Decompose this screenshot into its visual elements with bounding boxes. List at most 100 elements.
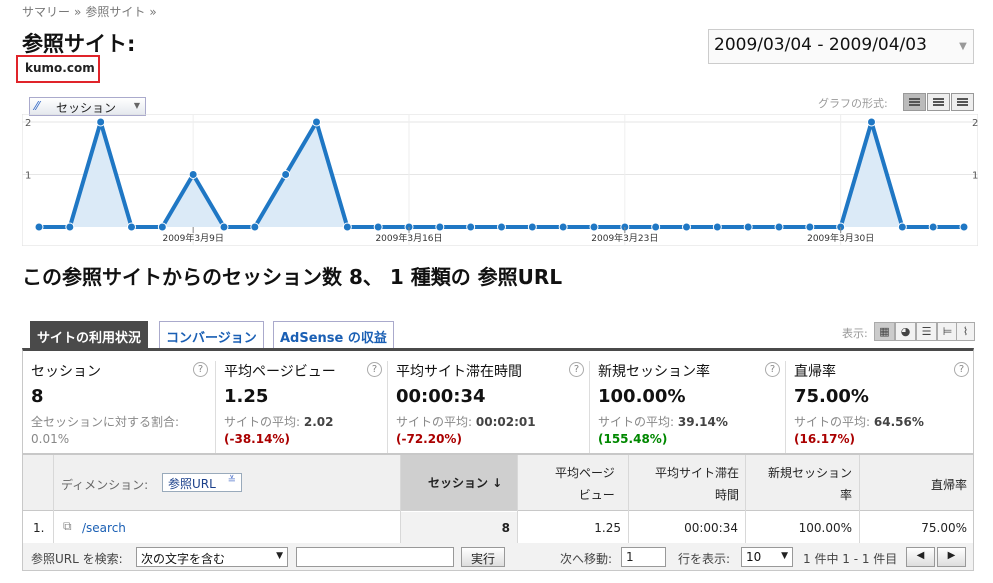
column-header-sessions[interactable]: セッション ↓ <box>428 474 502 491</box>
dimension-label: ディメンション: <box>61 478 149 492</box>
dimension-selector[interactable]: 参照URL ≚ <box>162 473 242 492</box>
metric-sub: サイトの平均: 39.14% <box>598 413 728 430</box>
metric-sub-label: 全セッションに対する割合: <box>31 415 180 429</box>
metric-title: 平均ページビュー <box>224 364 336 380</box>
chart-data-point[interactable] <box>34 222 44 232</box>
chart-data-point[interactable] <box>219 222 229 232</box>
chart-data-point[interactable] <box>774 222 784 232</box>
column-header-time[interactable]: 平均サイト滞在 時間 <box>645 464 739 503</box>
graph-type-day-button[interactable] <box>903 93 926 111</box>
referrer-url-link[interactable]: /search <box>82 521 126 535</box>
chart-data-point[interactable] <box>373 222 383 232</box>
list-icon <box>933 98 944 106</box>
breadcrumb: サマリー» 参照サイト» <box>22 3 161 20</box>
scorecard-bounce-rate: 直帰率 ? 75.00% サイトの平均: 64.56% (16.17%) <box>786 361 973 453</box>
external-link-icon[interactable]: ⧉ <box>63 519 72 534</box>
graph-type-label: グラフの形式: <box>818 97 888 110</box>
cell-pageviews: 1.25 <box>594 521 621 535</box>
list-icon <box>957 98 968 106</box>
x-tick-label: 2009年3月30日 <box>807 232 874 244</box>
chart-data-point[interactable] <box>65 222 75 232</box>
page-title: 参照サイト: <box>22 32 136 56</box>
chart-data-point[interactable] <box>157 222 167 232</box>
y-tick-label: 2 <box>25 118 31 129</box>
metric-value: 100.00% <box>598 386 686 407</box>
column-header-bounce[interactable]: 直帰率 <box>903 476 967 493</box>
goto-label: 次へ移動: <box>560 552 613 566</box>
chart-data-point[interactable] <box>342 222 352 232</box>
chart-data-point[interactable] <box>651 222 661 232</box>
chart-data-point[interactable] <box>959 222 969 232</box>
cell-sessions: 8 <box>501 521 510 535</box>
help-icon[interactable]: ? <box>193 362 208 377</box>
help-icon[interactable]: ? <box>569 362 584 377</box>
chart-data-point[interactable] <box>466 222 476 232</box>
chart-data-point[interactable] <box>435 222 445 232</box>
chart-data-point[interactable] <box>281 170 291 179</box>
next-page-button[interactable]: ▶ <box>937 547 966 567</box>
metric-sub: サイトの平均: 00:02:01 <box>396 413 536 430</box>
chart-data-point[interactable] <box>558 222 568 232</box>
chart-data-point[interactable] <box>527 222 537 232</box>
chart-data-point[interactable] <box>805 222 815 232</box>
chart-data-point[interactable] <box>497 222 506 232</box>
goto-page-input[interactable]: 1 <box>621 547 666 567</box>
column-header-line: 平均サイト滞在 <box>654 466 739 480</box>
chart-data-point[interactable] <box>312 117 321 127</box>
column-header-new-sessions[interactable]: 新規セッション 率 <box>760 464 852 503</box>
column-header-line: 新規セッション <box>767 466 852 480</box>
chevron-down-icon: ▼ <box>133 101 140 110</box>
chart-data-point[interactable] <box>743 222 753 232</box>
column-header-pageviews[interactable]: 平均ページ ビュー <box>555 464 615 503</box>
x-tick-label: 2009年3月16日 <box>375 232 442 244</box>
chart-data-point[interactable] <box>897 222 907 232</box>
cell-new-rate: 100.00% <box>798 521 852 535</box>
pivot-view-icon[interactable]: ⌇ <box>956 322 975 341</box>
prev-page-button[interactable]: ◀ <box>906 547 935 567</box>
tab-adsense-revenue[interactable]: AdSense の収益 <box>273 321 394 348</box>
y-tick-label: 2 <box>972 118 978 129</box>
chart-data-point[interactable] <box>127 222 136 232</box>
tab-site-usage[interactable]: サイトの利用状況 <box>30 321 149 348</box>
chart-data-point[interactable] <box>188 170 198 179</box>
breadcrumb-referrers-link[interactable]: 参照サイト <box>85 5 145 19</box>
view-label: 表示: <box>842 327 868 340</box>
chart-data-point[interactable] <box>589 222 599 232</box>
pie-view-icon[interactable]: ◕ <box>895 322 916 341</box>
go-button[interactable]: 実行 <box>461 547 505 567</box>
scorecard-new-sessions: 新規セッション率 ? 100.00% サイトの平均: 39.14% (155.4… <box>590 361 786 453</box>
help-icon[interactable]: ? <box>954 362 969 377</box>
help-icon[interactable]: ? <box>367 362 382 377</box>
rows-per-page-select[interactable]: 10 ▼ <box>741 547 793 567</box>
table-footer: 参照URL を検索: 次の文字を含む ▼ 実行 次へ移動: 1 行を表示: 10… <box>22 543 974 571</box>
search-label: 参照URL を検索: <box>31 552 123 566</box>
chart-data-point[interactable] <box>712 222 722 232</box>
date-range-text[interactable]: 2009/03/04 - 2009/04/03 <box>714 35 927 55</box>
column-header-line: 平均ページ <box>555 466 615 480</box>
comparison-view-icon[interactable]: ⊨ <box>937 322 958 341</box>
scorecard-time-on-site: 平均サイト滞在時間 ? 00:00:34 サイトの平均: 00:02:01 (-… <box>388 361 590 453</box>
chart-data-point[interactable] <box>867 117 876 127</box>
table-view-icon[interactable]: ▦ <box>874 322 895 341</box>
graph-type-week-button[interactable] <box>927 93 950 111</box>
graph-type-month-button[interactable] <box>951 93 974 111</box>
performance-view-icon[interactable]: ☰ <box>916 322 937 341</box>
breadcrumb-summary-link[interactable]: サマリー <box>22 5 70 19</box>
match-type-select[interactable]: 次の文字を含む ▼ <box>136 547 288 567</box>
metric-sub-label: サイトの平均: <box>396 415 473 429</box>
metric-title: 直帰率 <box>794 364 836 380</box>
tab-conversions[interactable]: コンバージョン <box>159 321 264 348</box>
chart-data-point[interactable] <box>96 117 106 127</box>
search-input[interactable] <box>296 547 454 567</box>
y-tick-label: 1 <box>25 171 31 182</box>
pagination-range: 1 件中 1 - 1 件目 <box>803 552 898 566</box>
column-header-line: 時間 <box>714 488 739 502</box>
chart-data-point[interactable] <box>928 222 938 232</box>
chart-data-point[interactable] <box>682 222 691 232</box>
chevron-down-icon[interactable]: ▼ <box>952 33 974 61</box>
sessions-chart: 2009年3月9日 2009年3月16日 2009年3月23日 2009年3月30日 … <box>22 114 978 246</box>
line-chart-icon: ⁄⁄ <box>35 99 40 113</box>
help-icon[interactable]: ? <box>765 362 780 377</box>
metric-sub-value: 00:02:01 <box>475 415 536 429</box>
chart-data-point[interactable] <box>250 222 260 232</box>
